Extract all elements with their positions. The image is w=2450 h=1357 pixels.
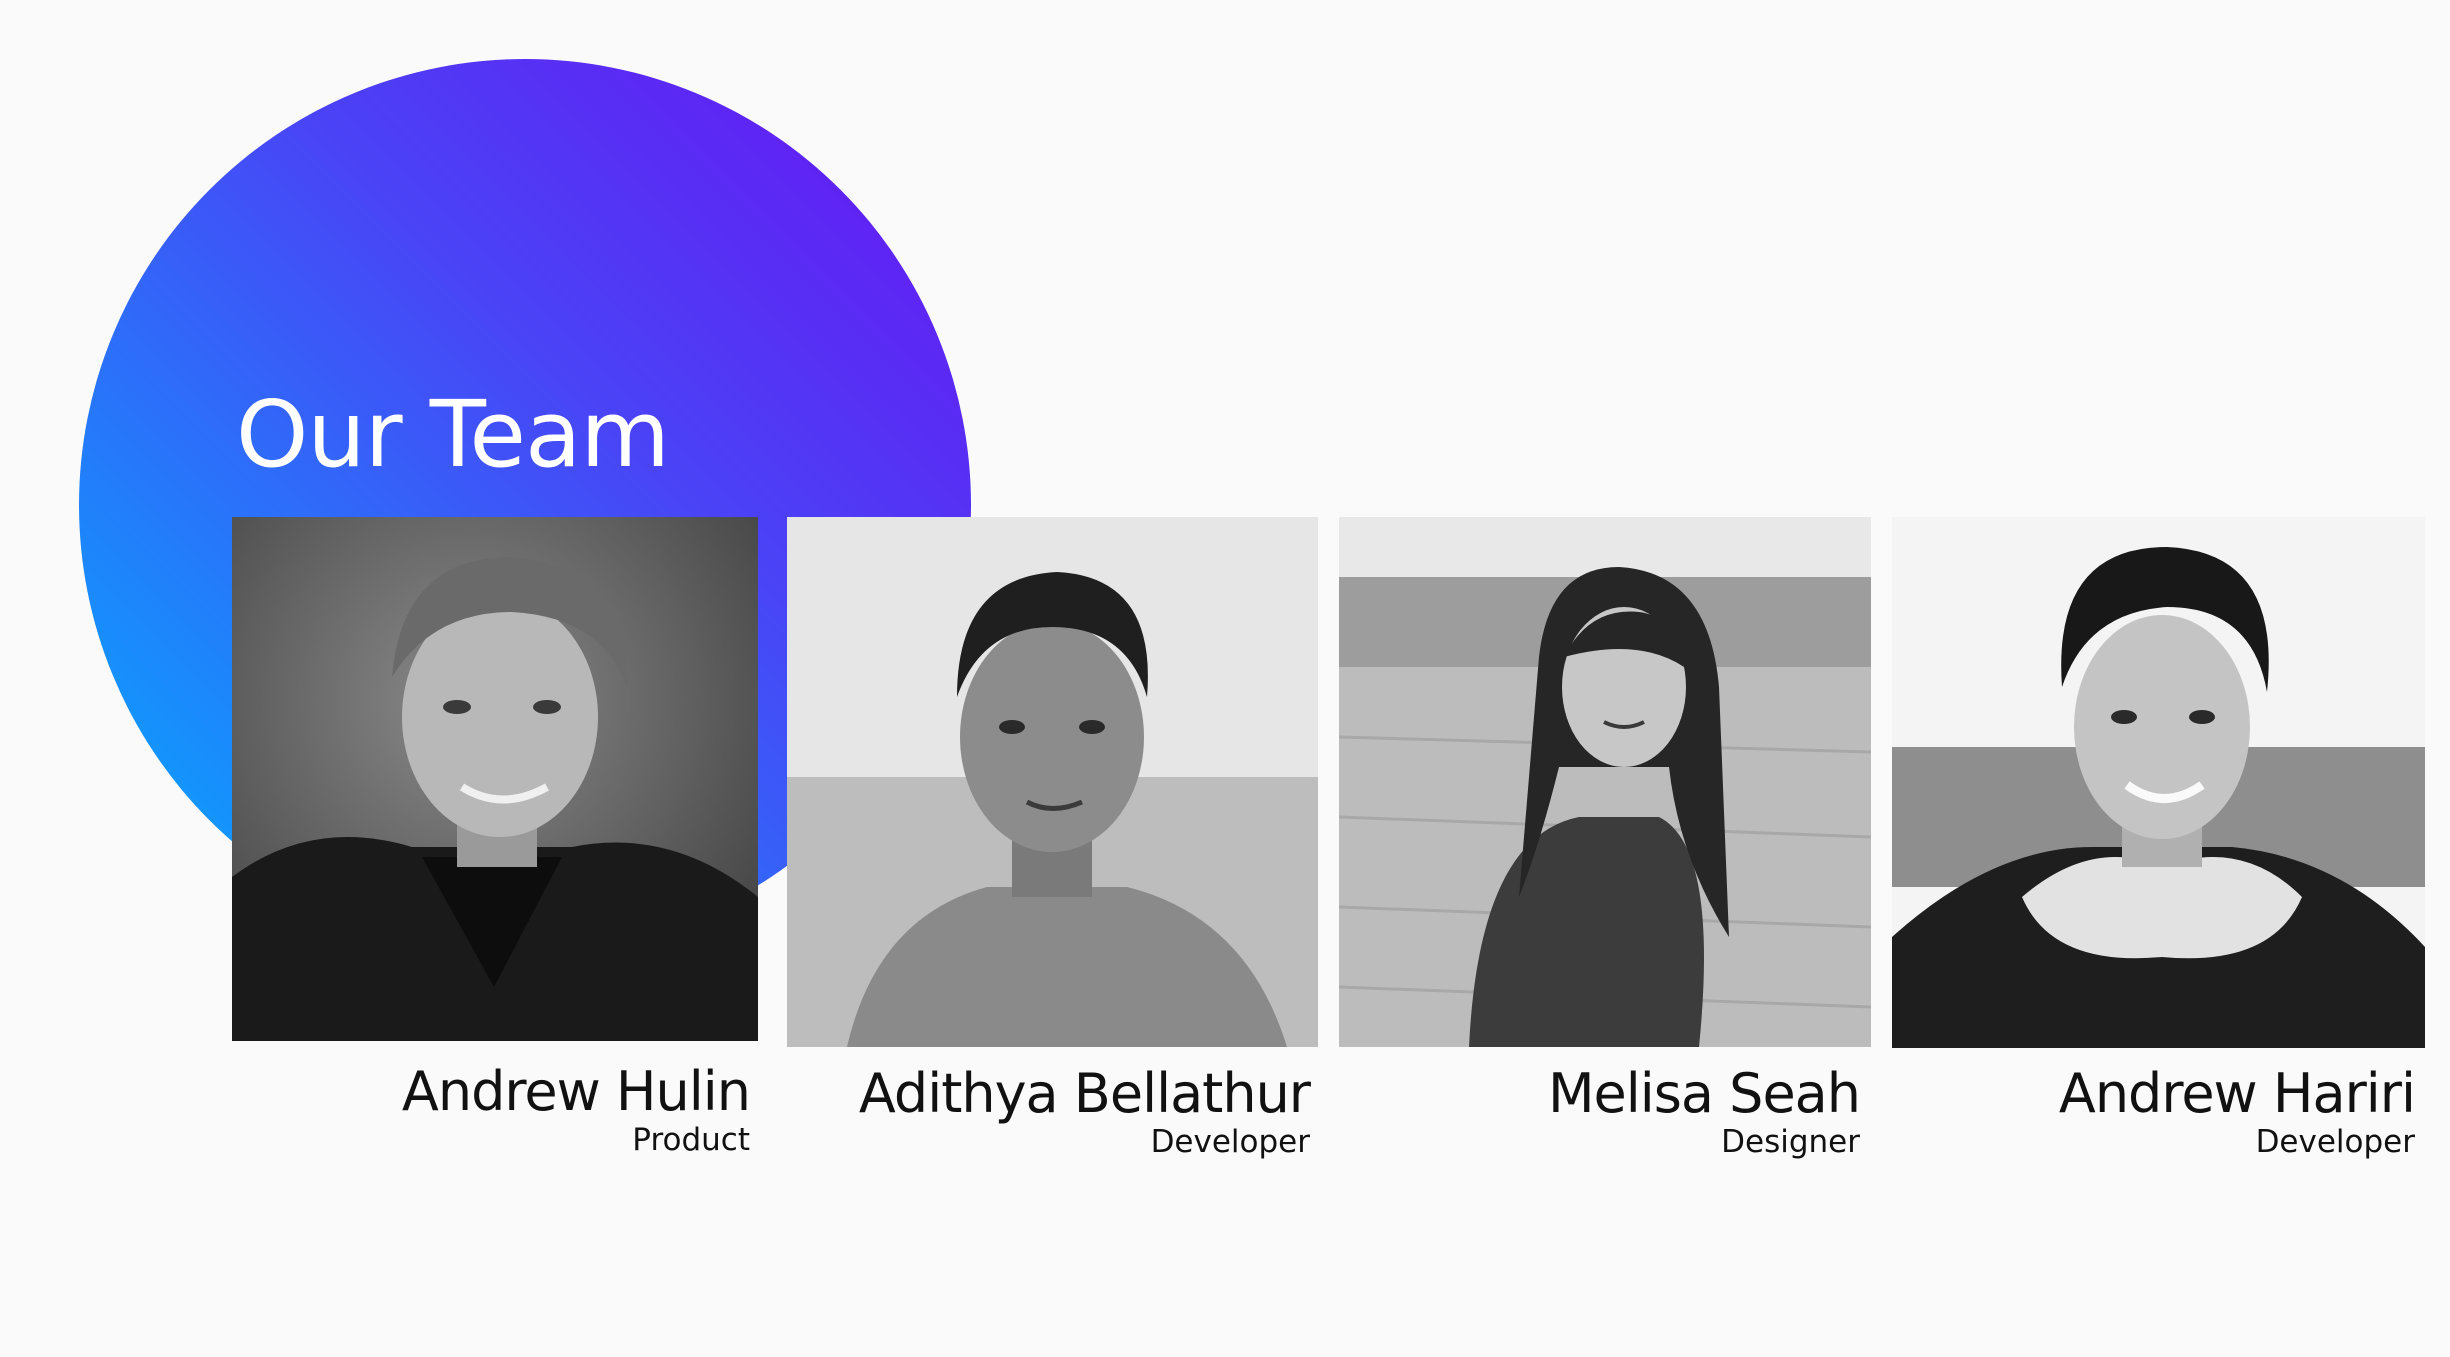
member-role: Developer xyxy=(2255,1124,2415,1160)
team-photo-melisa-seah xyxy=(1339,517,1871,1047)
member-name: Melisa Seah xyxy=(1547,1062,1861,1125)
team-member-caption: Melisa Seah Designer xyxy=(1547,1062,1861,1162)
team-member-caption: Andrew Hulin Product xyxy=(401,1060,751,1160)
team-photo-adithya-bellathur xyxy=(787,517,1318,1047)
member-name: Andrew Hulin xyxy=(401,1060,751,1123)
member-role: Developer xyxy=(1150,1124,1310,1160)
team-photo-andrew-hariri xyxy=(1892,517,2425,1048)
member-role: Designer xyxy=(1721,1124,1860,1160)
member-name: Andrew Hariri xyxy=(2058,1062,2416,1125)
team-member-caption: Andrew Hariri Developer xyxy=(2058,1062,2416,1162)
member-name: Adithya Bellathur xyxy=(858,1062,1311,1125)
team-member-caption: Adithya Bellathur Developer xyxy=(858,1062,1311,1162)
page-title: Our Team xyxy=(236,381,670,488)
member-role: Product xyxy=(632,1122,750,1158)
team-photo-andrew-hulin xyxy=(232,517,758,1041)
